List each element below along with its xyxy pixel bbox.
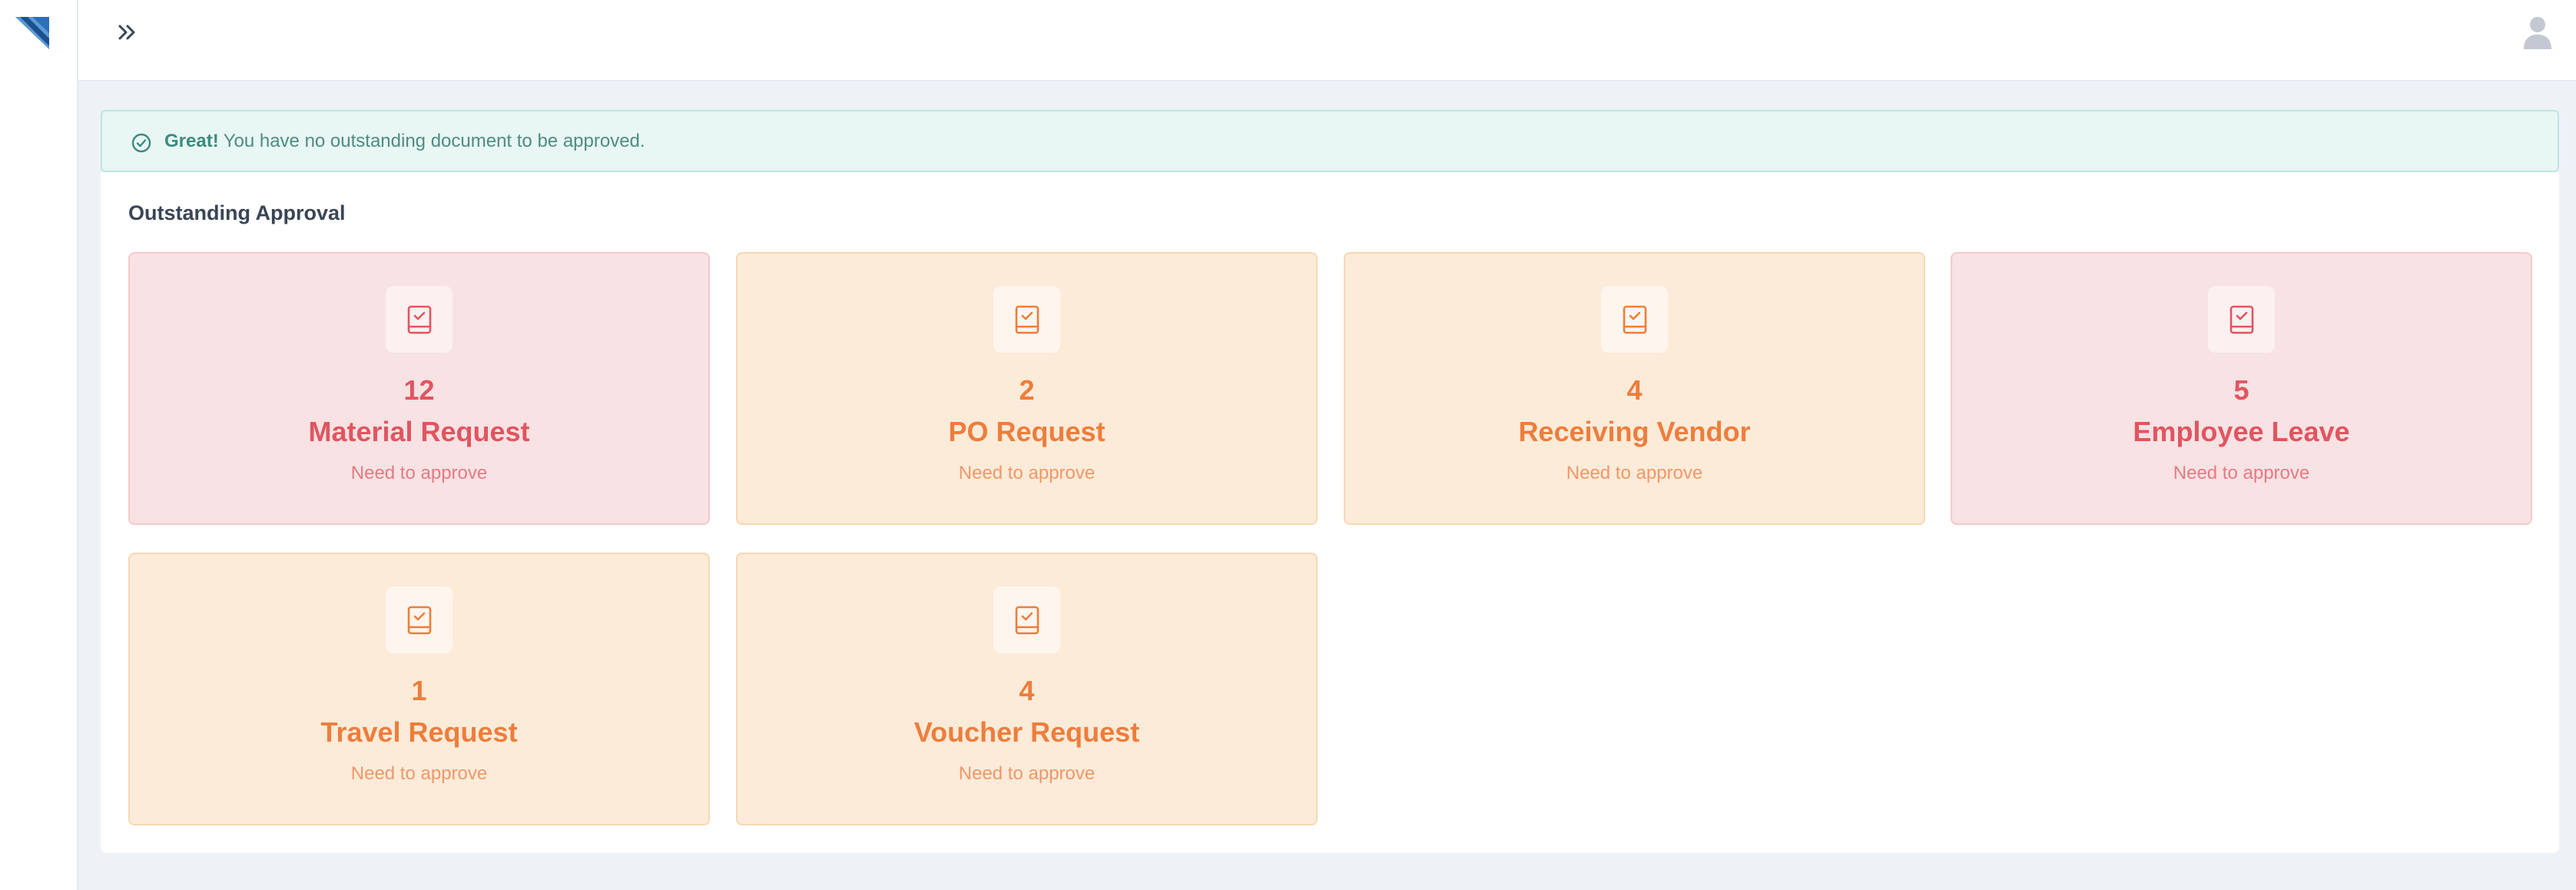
user-avatar-icon[interactable] [2522, 14, 2553, 51]
card-subtitle: Need to approve [350, 463, 488, 483]
card-subtitle: Need to approve [958, 763, 1096, 784]
card-label: Material Request [308, 416, 530, 447]
alert-body: You have no outstanding document to be a… [223, 131, 645, 151]
card-label: Employee Leave [2133, 416, 2350, 447]
card-employee-leave[interactable]: 5 Employee Leave Need to approve [1951, 252, 2532, 525]
card-material-request[interactable]: 12 Material Request Need to approve [128, 252, 710, 525]
card-subtitle: Need to approve [2173, 463, 2310, 483]
card-count: 4 [1626, 374, 1643, 406]
card-label: Receiving Vendor [1518, 416, 1751, 447]
card-subtitle: Need to approve [958, 463, 1096, 483]
card-count: 1 [411, 675, 427, 706]
card-po-request[interactable]: 2 PO Request Need to approve [736, 252, 1318, 525]
card-count: 2 [1019, 374, 1035, 406]
book-check-icon [993, 286, 1060, 353]
double-chevron-right-icon[interactable] [115, 17, 143, 48]
alert-strong: Great! [164, 131, 219, 151]
book-check-icon [1601, 286, 1668, 353]
book-check-icon [386, 586, 453, 653]
success-alert: Great! You have no outstanding document t… [101, 110, 2559, 172]
book-check-icon [993, 586, 1060, 653]
card-voucher-request[interactable]: 4 Voucher Request Need to approve [736, 553, 1318, 825]
card-label: Voucher Request [913, 716, 1140, 748]
outstanding-approval-panel: Outstanding Approval 12 Material Request… [101, 172, 2559, 853]
section-title: Outstanding Approval [128, 201, 346, 224]
check-circle-icon [131, 132, 152, 154]
card-travel-request[interactable]: 1 Travel Request Need to approve [128, 553, 710, 825]
book-check-icon [2208, 286, 2275, 353]
card-count: 4 [1019, 675, 1035, 706]
card-count: 5 [2233, 374, 2249, 406]
brand-logo[interactable] [15, 17, 49, 49]
card-receiving-vendor[interactable]: 4 Receiving Vendor Need to approve [1344, 252, 1925, 525]
card-label: Travel Request [320, 716, 518, 748]
card-label: PO Request [948, 416, 1106, 447]
card-count: 12 [403, 374, 435, 406]
top-navbar [78, 0, 2576, 81]
card-subtitle: Need to approve [350, 763, 488, 784]
sidebar [0, 0, 78, 890]
book-check-icon [386, 286, 453, 353]
card-subtitle: Need to approve [1566, 463, 1703, 483]
alert-message: Great! You have no outstanding document t… [164, 111, 645, 171]
